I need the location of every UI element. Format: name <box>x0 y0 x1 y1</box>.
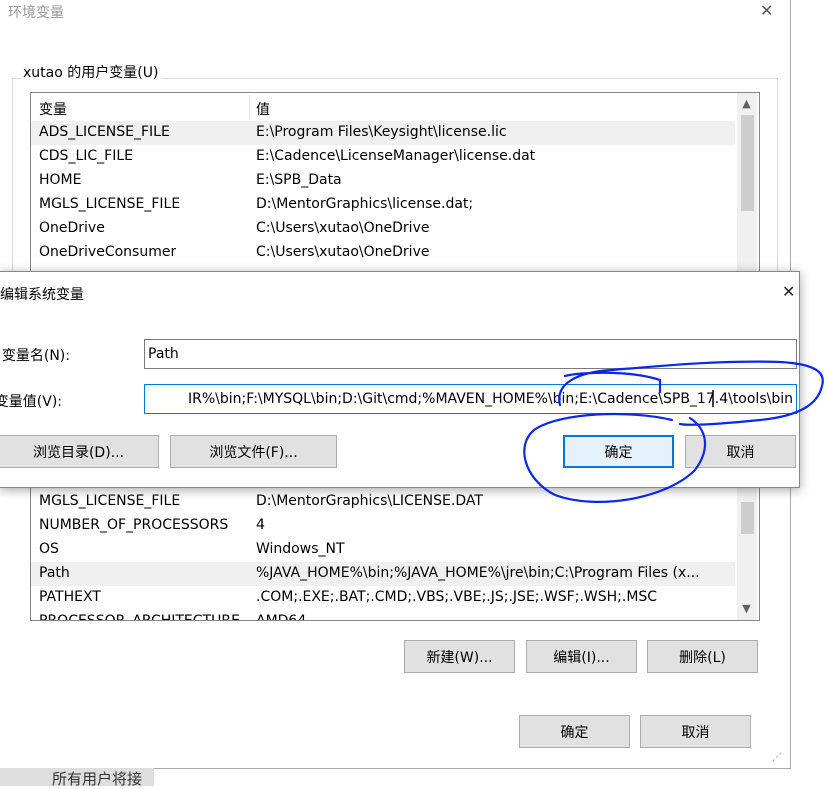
annotation-overlay <box>523 360 824 503</box>
annotation-circle-ok-button <box>523 412 707 503</box>
